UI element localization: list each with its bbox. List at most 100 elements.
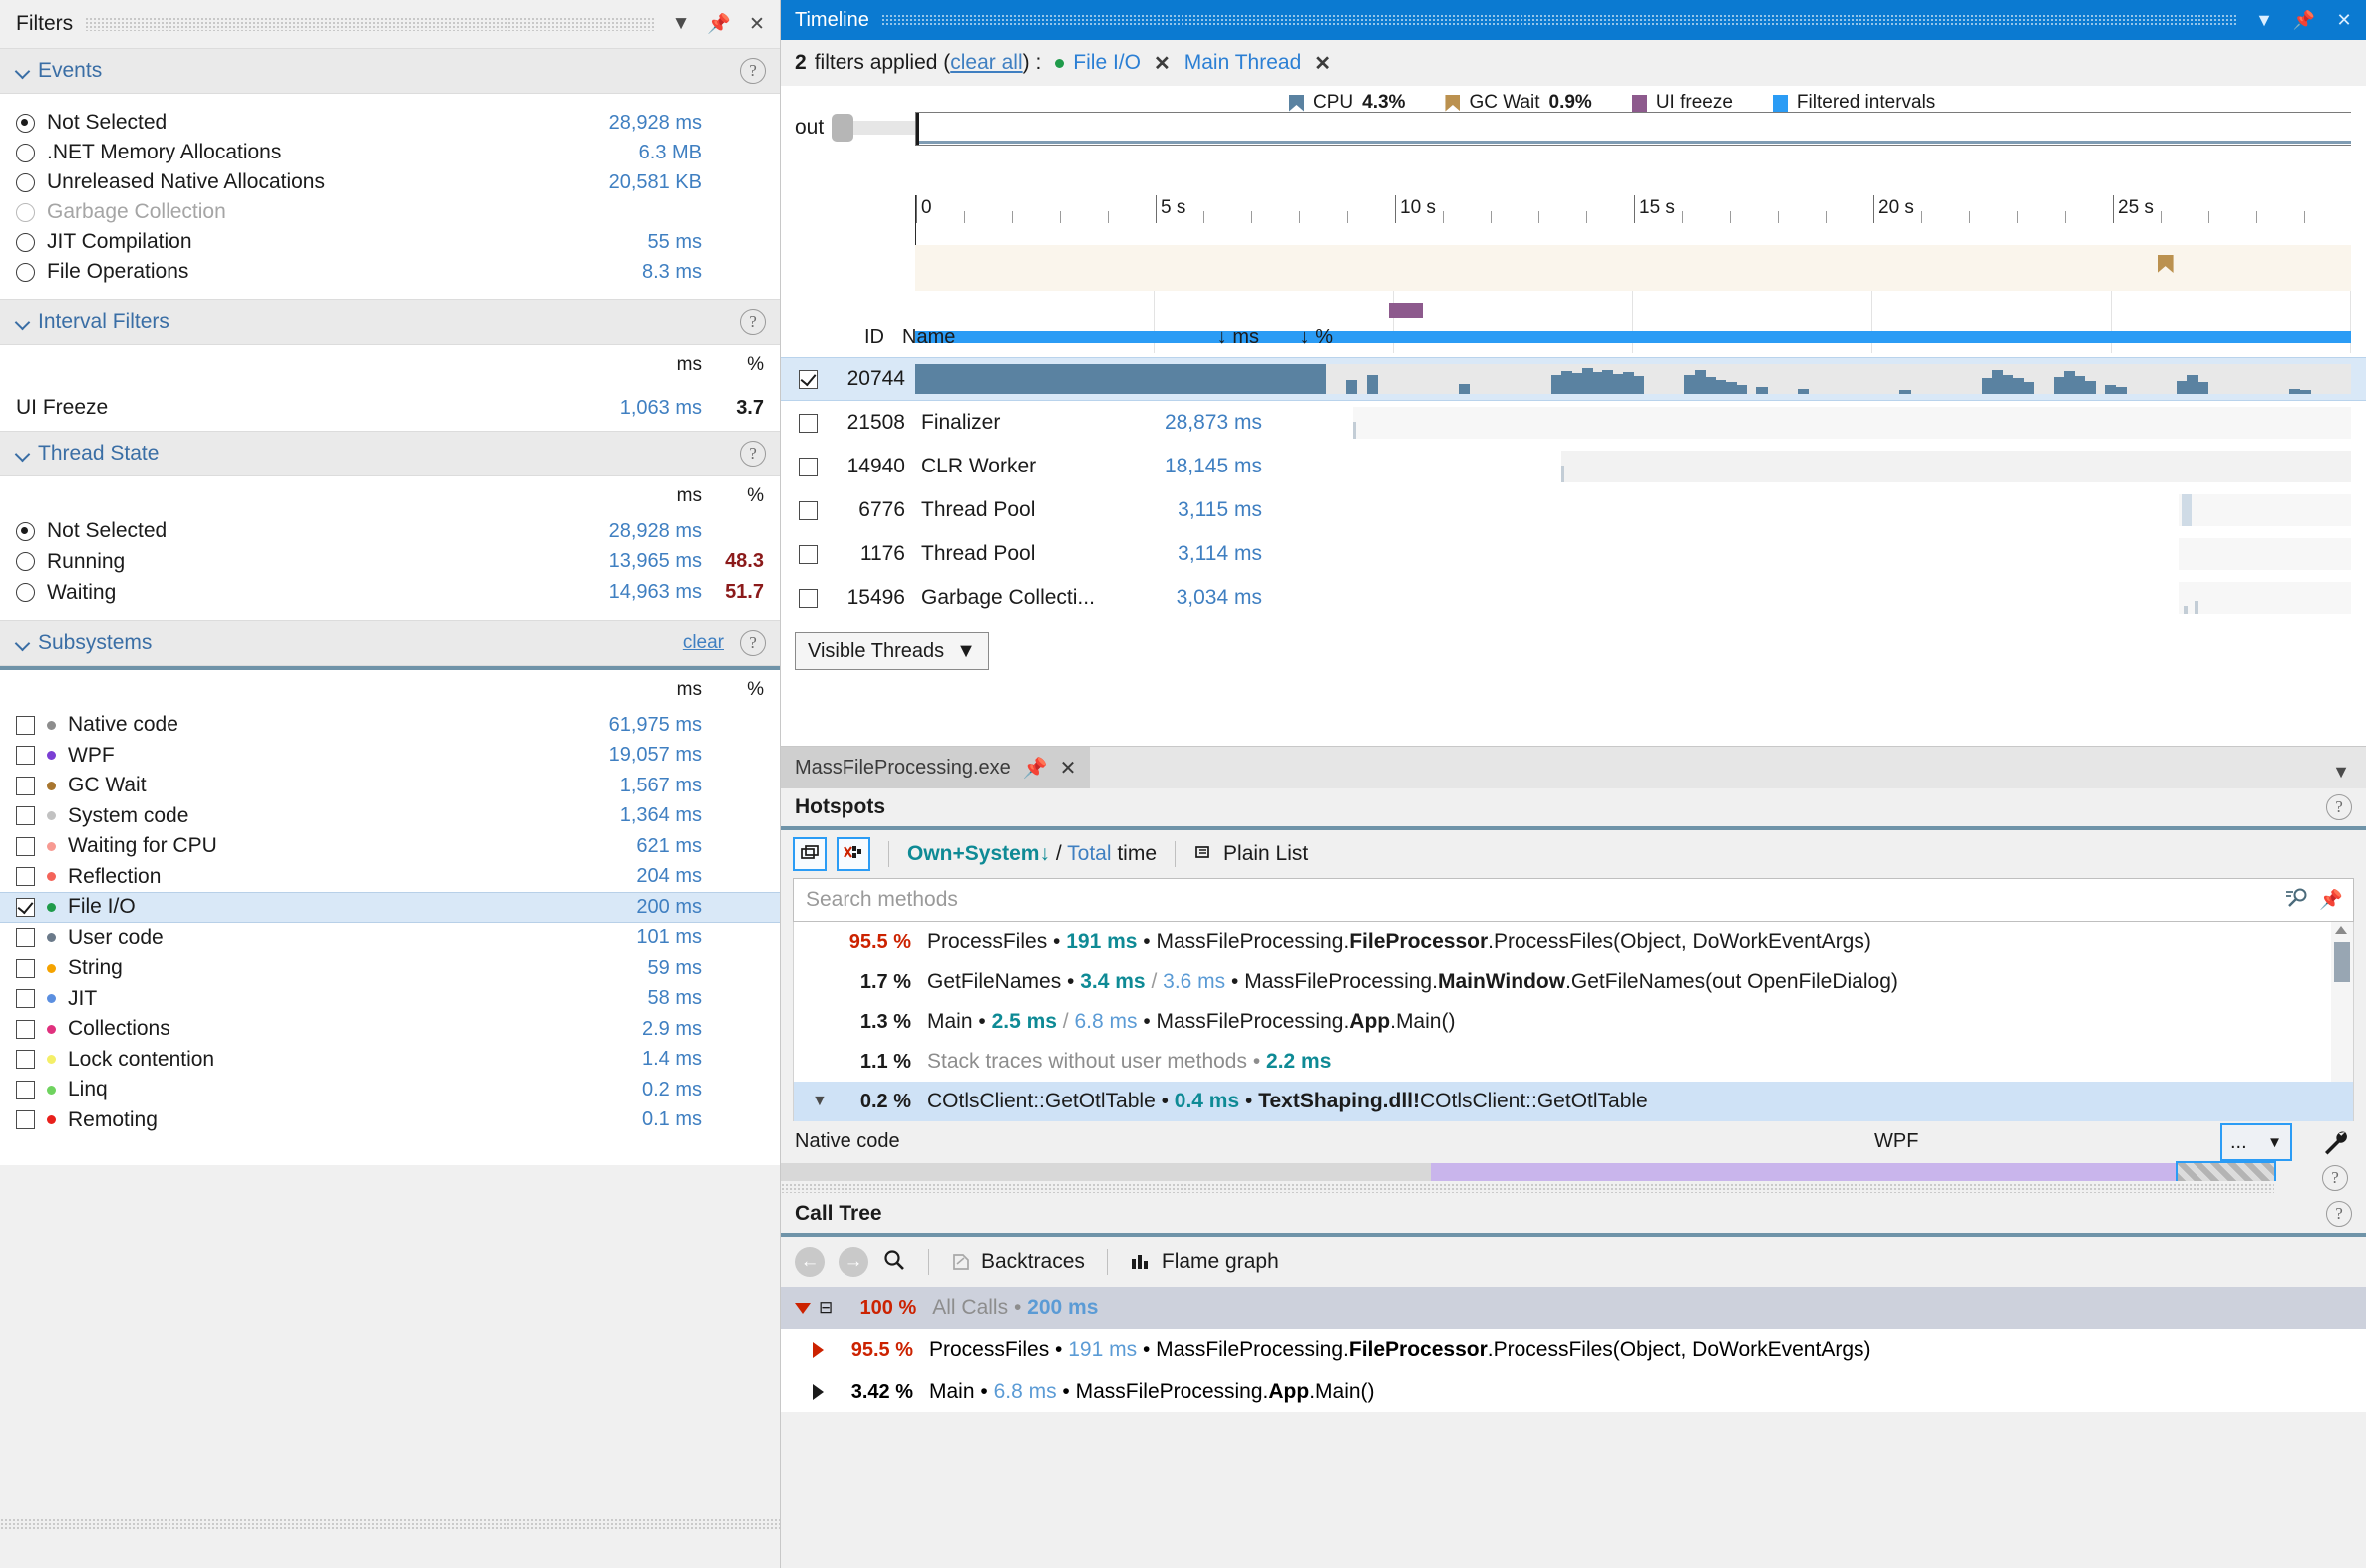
subsystem-row[interactable]: Reflection204 ms	[0, 862, 780, 893]
events-row[interactable]: Not Selected28,928 ms	[0, 108, 780, 138]
section-header-subsystems[interactable]: Subsystems clear ?	[0, 620, 780, 666]
column-ms[interactable]: ↓ ms	[1120, 326, 1259, 349]
radio-button[interactable]	[16, 144, 35, 162]
search-methods-row[interactable]: 📌	[793, 878, 2354, 922]
clear-subsystems-link[interactable]: clear	[683, 632, 724, 654]
panel-resize-grip[interactable]	[0, 1518, 780, 1530]
help-icon[interactable]: ?	[2326, 1201, 2352, 1227]
document-tab-massfileprocessing[interactable]: MassFileProcessing.exe 📌 ✕	[781, 747, 1090, 788]
timeline-drag-grip[interactable]	[881, 14, 2238, 26]
thread-state-row[interactable]: Not Selected28,928 ms	[0, 516, 780, 546]
subsystem-row[interactable]: Native code61,975 ms	[0, 710, 780, 741]
subsystem-row[interactable]: File I/O200 ms	[0, 892, 780, 923]
timeline-overview-strip[interactable]	[915, 112, 2351, 146]
panel-resize-grip[interactable]	[781, 1183, 2274, 1193]
hotspot-row[interactable]: 1.3 %Main • 2.5 ms / 6.8 ms • MassFilePr…	[794, 1002, 2353, 1042]
subsystem-checkbox[interactable]	[16, 746, 35, 765]
radio-button[interactable]	[16, 522, 35, 541]
thread-row[interactable]: 14940CLR Worker18,145 ms	[781, 445, 2366, 488]
section-header-interval-filters[interactable]: Interval Filters ?	[0, 299, 780, 345]
chevron-down-icon[interactable]: ▼	[812, 1093, 828, 1110]
hotspot-row[interactable]: ▼0.2 %COtlsClient::GetOtlTable • 0.4 ms …	[794, 1082, 2353, 1121]
subsystem-checkbox[interactable]	[16, 928, 35, 947]
thread-state-row[interactable]: Running13,965 ms48.3	[0, 546, 780, 577]
radio-button[interactable]	[16, 233, 35, 252]
stacked-bar-segment[interactable]	[2178, 1163, 2274, 1181]
stacked-bar-segment[interactable]	[1431, 1163, 2178, 1181]
chevron-down-icon[interactable]: ▼	[2250, 10, 2278, 31]
radio-button[interactable]	[16, 583, 35, 602]
pin-icon[interactable]: 📌	[1023, 756, 1048, 781]
plain-list-button[interactable]: Plain List	[1193, 842, 1308, 866]
subsystem-row[interactable]: GC Wait1,567 ms	[0, 771, 780, 801]
subsystem-row[interactable]: String59 ms	[0, 953, 780, 984]
thread-row[interactable]: 21508Finalizer28,873 ms	[781, 401, 2366, 445]
radio-button[interactable]	[16, 173, 35, 192]
close-icon[interactable]: ✕	[2330, 10, 2358, 31]
stacked-bar-segment[interactable]	[781, 1163, 1431, 1181]
more-subsystems-button[interactable]: ... ▼	[2220, 1123, 2292, 1161]
time-ruler[interactable]: 05 s10 s15 s20 s25 s	[915, 195, 2351, 245]
flame-graph-button[interactable]: Flame graph	[1130, 1250, 1279, 1274]
thread-checkbox[interactable]	[799, 589, 818, 608]
thread-checkbox[interactable]	[799, 545, 818, 564]
subsystem-checkbox[interactable]	[16, 989, 35, 1008]
call-tree-list[interactable]: ⊟100 %All Calls • 200 ms95.5 %ProcessFil…	[781, 1287, 2366, 1412]
help-icon[interactable]: ?	[2326, 794, 2352, 820]
subsystem-row[interactable]: JIT58 ms	[0, 984, 780, 1015]
events-row[interactable]: Garbage Collection	[0, 197, 780, 227]
radio-button[interactable]	[16, 203, 35, 222]
help-icon[interactable]: ?	[740, 441, 766, 467]
pin-icon[interactable]: 📌	[706, 12, 732, 36]
section-header-events[interactable]: Events ?	[0, 48, 780, 94]
sort-mode-own-system[interactable]: Own+System↓ / Total time	[907, 842, 1157, 866]
visible-threads-button[interactable]: Visible Threads ▼	[795, 632, 989, 670]
search-icon[interactable]	[882, 1248, 906, 1277]
filter-chip-main-thread[interactable]: Main Thread ✕	[1184, 51, 1331, 76]
column-pct[interactable]: ↓ %	[1259, 326, 1333, 349]
back-icon[interactable]: ←	[795, 1247, 825, 1277]
call-tree-row[interactable]: 95.5 %ProcessFiles • 191 ms • MassFilePr…	[781, 1329, 2366, 1371]
forward-icon[interactable]: →	[839, 1247, 868, 1277]
zoom-slider-thumb[interactable]	[832, 114, 853, 142]
expand-triangle-icon[interactable]	[813, 1384, 824, 1400]
subsystem-row[interactable]: System code1,364 ms	[0, 801, 780, 832]
subsystem-checkbox[interactable]	[16, 898, 35, 917]
thread-checkbox[interactable]	[799, 458, 818, 476]
help-icon[interactable]: ?	[740, 58, 766, 84]
subsystem-checkbox[interactable]	[16, 837, 35, 856]
subsystem-row[interactable]: Waiting for CPU621 ms	[0, 831, 780, 862]
subsystem-row[interactable]: Remoting0.1 ms	[0, 1105, 780, 1136]
wrench-icon[interactable]	[2320, 1127, 2350, 1163]
events-row[interactable]: File Operations8.3 ms	[0, 257, 780, 287]
pin-icon[interactable]: 📌	[2319, 888, 2343, 912]
thread-row[interactable]: 1176Thread Pool3,114 ms	[781, 532, 2366, 576]
thread-row[interactable]: 6776Thread Pool3,115 ms	[781, 488, 2366, 532]
subsystem-row[interactable]: User code101 ms	[0, 923, 780, 954]
remove-system-calls-icon[interactable]	[837, 837, 870, 871]
subsystem-row[interactable]: Collections2.9 ms	[0, 1014, 780, 1045]
hotspot-row[interactable]: 1.7 %GetFileNames • 3.4 ms / 3.6 ms • Ma…	[794, 962, 2353, 1002]
remove-filter-icon[interactable]: ✕	[1314, 51, 1331, 76]
close-icon[interactable]: ✕	[744, 13, 770, 36]
subsystem-checkbox[interactable]	[16, 1020, 35, 1039]
thread-row[interactable]: 15496Garbage Collecti...3,034 ms	[781, 576, 2366, 620]
subsystem-row[interactable]: WPF19,057 ms	[0, 741, 780, 772]
group-by-icon[interactable]	[793, 837, 827, 871]
pin-icon[interactable]: 📌	[2290, 10, 2318, 31]
thread-checkbox[interactable]	[799, 370, 818, 389]
help-icon[interactable]: ?	[740, 630, 766, 656]
thread-checkbox[interactable]	[799, 414, 818, 433]
thread-state-row[interactable]: Waiting14,963 ms51.7	[0, 577, 780, 608]
radio-button[interactable]	[16, 114, 35, 133]
help-icon[interactable]: ?	[740, 309, 766, 335]
events-row[interactable]: JIT Compilation55 ms	[0, 227, 780, 257]
backtraces-button[interactable]: Backtraces	[951, 1250, 1085, 1274]
filter-chip-file-io[interactable]: File I/O ✕	[1055, 51, 1170, 76]
subsystem-row[interactable]: Lock contention1.4 ms	[0, 1045, 780, 1076]
radio-button[interactable]	[16, 552, 35, 571]
subsystem-checkbox[interactable]	[16, 1050, 35, 1069]
subsystem-row[interactable]: Linq0.2 ms	[0, 1075, 780, 1105]
hotspot-row[interactable]: 95.5 %ProcessFiles • 191 ms • MassFilePr…	[794, 922, 2353, 962]
hotspots-list[interactable]: 95.5 %ProcessFiles • 191 ms • MassFilePr…	[793, 922, 2354, 1121]
